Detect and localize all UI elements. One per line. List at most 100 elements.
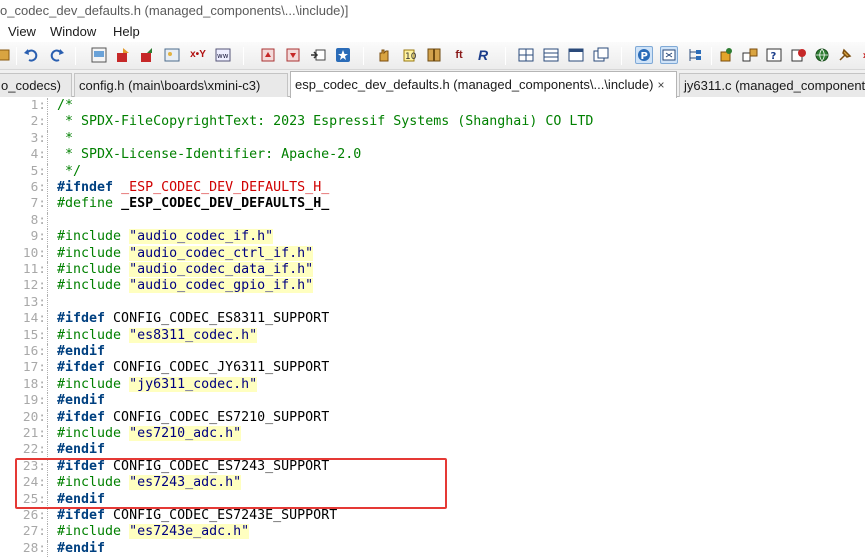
code-line[interactable]: 15: #include "es8311_codec.h" xyxy=(0,327,865,344)
code-line[interactable]: 14: #ifdef CONFIG_CODEC_ES8311_SUPPORT xyxy=(0,311,865,328)
close-icon[interactable]: × xyxy=(657,78,664,92)
code-token: #endif xyxy=(57,540,106,556)
code-line[interactable]: 22: #endif xyxy=(0,442,865,459)
regex-icon[interactable]: R xyxy=(474,46,492,64)
unknown-icon[interactable] xyxy=(0,46,12,64)
fold-margin xyxy=(47,130,51,148)
p-icon[interactable]: P xyxy=(635,46,653,64)
code-token: CONFIG_CODEC_ES8311_SUPPORT xyxy=(105,311,330,327)
code-line[interactable]: 6: #ifndef _ESP_CODEC_DEV_DEFAULTS_H_ xyxy=(0,180,865,197)
code-line[interactable]: 27: #include "es7243e_adc.h" xyxy=(0,524,865,541)
line-number: 16: xyxy=(22,344,46,359)
tab-config-h[interactable]: config.h (main\boards\xmini-c3) xyxy=(74,73,288,97)
code-token: #ifdef xyxy=(57,360,106,376)
tab-esp-codec-dev-defaults-h[interactable]: esp_codec_dev_defaults.h (managed_compon… xyxy=(290,71,677,98)
font-icon[interactable]: ft xyxy=(450,46,468,64)
code-line[interactable]: 4: * SPDX-License-Identifier: Apache-2.0 xyxy=(0,147,865,164)
pin-icon[interactable] xyxy=(836,46,854,64)
code-token: "es7243e_adc.h" xyxy=(129,524,250,540)
line-number: 7: xyxy=(30,196,46,212)
list-icon[interactable] xyxy=(542,46,560,64)
fold-margin xyxy=(47,278,51,295)
code-token: * SPDX-License-Identifier: Apache-2.0 xyxy=(57,147,362,163)
bookmark-down-icon[interactable] xyxy=(284,46,302,64)
fold-margin xyxy=(47,163,51,180)
puzzle-icon[interactable] xyxy=(717,46,735,64)
code-line[interactable]: 19: #endif xyxy=(0,393,865,410)
fold-margin xyxy=(47,327,51,344)
line-number: 28: xyxy=(22,540,46,556)
tree-icon[interactable] xyxy=(686,46,704,64)
code-line[interactable]: 2: * SPDX-FileCopyrightText: 2023 Espres… xyxy=(0,114,865,131)
window-icon[interactable] xyxy=(567,46,585,64)
import-icon[interactable] xyxy=(138,46,156,64)
code-line[interactable]: 17: #ifdef CONFIG_CODEC_JY6311_SUPPORT xyxy=(0,360,865,377)
code-editor[interactable]: 1:/* 2: * SPDX-FileCopyrightText: 2023 Es… xyxy=(0,98,865,558)
hex-icon[interactable]: ww xyxy=(214,46,232,64)
code-line[interactable]: 18: #include "jy6311_codec.h" xyxy=(0,376,865,394)
code-line[interactable]: 20: #ifdef CONFIG_CODEC_ES7210_SUPPORT xyxy=(0,409,865,426)
menu-window[interactable]: Window xyxy=(50,22,96,42)
code-token: #define xyxy=(57,196,114,212)
svg-text:P: P xyxy=(641,51,648,62)
code-line[interactable]: 11: #include "audio_codec_data_if.h" xyxy=(0,262,865,279)
tab-label: config.h (main\boards\xmini-c3) xyxy=(79,78,261,93)
redo-icon[interactable] xyxy=(48,46,66,64)
menu-view[interactable]: View xyxy=(8,22,36,42)
code-line[interactable]: 16: #endif xyxy=(0,344,865,361)
line-number: 14: xyxy=(22,311,46,327)
line-number: 13: xyxy=(22,294,46,310)
windows-icon[interactable] xyxy=(592,46,610,64)
code-token: CONFIG_CODEC_ES7210_SUPPORT xyxy=(105,409,330,425)
stamp-icon[interactable] xyxy=(790,46,808,64)
menu-help[interactable]: Help xyxy=(113,22,140,42)
grid-icon[interactable] xyxy=(517,46,535,64)
code-line[interactable]: 28: #endif xyxy=(0,540,865,558)
code-line[interactable]: 3: * xyxy=(0,130,865,148)
bookmark-up-icon[interactable] xyxy=(259,46,277,64)
fold-margin xyxy=(47,212,51,230)
code-line[interactable]: 5: */ xyxy=(0,163,865,180)
book-icon[interactable] xyxy=(425,46,443,64)
code-line[interactable]: 26: #ifdef CONFIG_CODEC_ES7243E_SUPPORT xyxy=(0,508,865,525)
code-token: #include xyxy=(57,229,122,245)
code-token: "audio_codec_data_if.h" xyxy=(129,262,314,277)
shapes-icon[interactable] xyxy=(741,46,759,64)
overflow-icon[interactable]: » xyxy=(857,46,865,64)
line-number: 2: xyxy=(30,114,46,130)
export-icon[interactable] xyxy=(114,46,132,64)
line-number: 17: xyxy=(22,360,46,376)
code-token: #include xyxy=(57,524,122,540)
toolbar: x•Y ww 10 ft R P ? » xyxy=(0,42,865,70)
star-icon[interactable] xyxy=(334,46,352,64)
hand-icon[interactable] xyxy=(375,46,393,64)
xy-icon[interactable]: x•Y xyxy=(189,46,207,64)
undo-icon[interactable] xyxy=(22,46,40,64)
tab-codecs[interactable]: o_codecs) xyxy=(0,73,72,97)
fold-margin xyxy=(47,196,51,213)
fold-margin xyxy=(47,311,51,328)
goto-icon[interactable] xyxy=(309,46,327,64)
globe-icon[interactable] xyxy=(813,46,831,64)
tab-jy6311-c[interactable]: jy6311.c (managed_component xyxy=(679,73,865,97)
code-line[interactable]: 7: #define _ESP_CODEC_DEV_DEFAULTS_H_ xyxy=(0,196,865,213)
code-line[interactable]: 8: xyxy=(0,212,865,230)
fold-margin xyxy=(47,376,51,394)
help-icon[interactable]: ? xyxy=(765,46,783,64)
view-icon[interactable] xyxy=(90,46,108,64)
code-line[interactable]: 13: xyxy=(0,294,865,312)
image-icon[interactable] xyxy=(163,46,181,64)
tag-icon[interactable]: 10 xyxy=(400,46,418,64)
code-text: #include "es8311_codec.h" xyxy=(57,327,258,344)
code-line[interactable]: 9: #include "audio_codec_if.h" xyxy=(0,229,865,246)
code-text: #ifdef CONFIG_CODEC_JY6311_SUPPORT xyxy=(57,360,329,376)
code-line[interactable]: 21: #include "es7210_adc.h" xyxy=(0,426,865,443)
code-token: _ESP_CODEC_DEV_DEFAULTS_H_ xyxy=(121,196,330,212)
code-token: "es7210_adc.h" xyxy=(129,426,242,441)
toggle-icon[interactable] xyxy=(660,46,678,64)
code-line[interactable]: 10: #include "audio_codec_ctrl_if.h" xyxy=(0,245,865,262)
code-token: CONFIG_CODEC_ES7243E_SUPPORT xyxy=(105,508,338,523)
code-line[interactable]: 12: #include "audio_codec_gpio_if.h" xyxy=(0,278,865,295)
code-line[interactable]: 1: /* xyxy=(0,98,865,115)
